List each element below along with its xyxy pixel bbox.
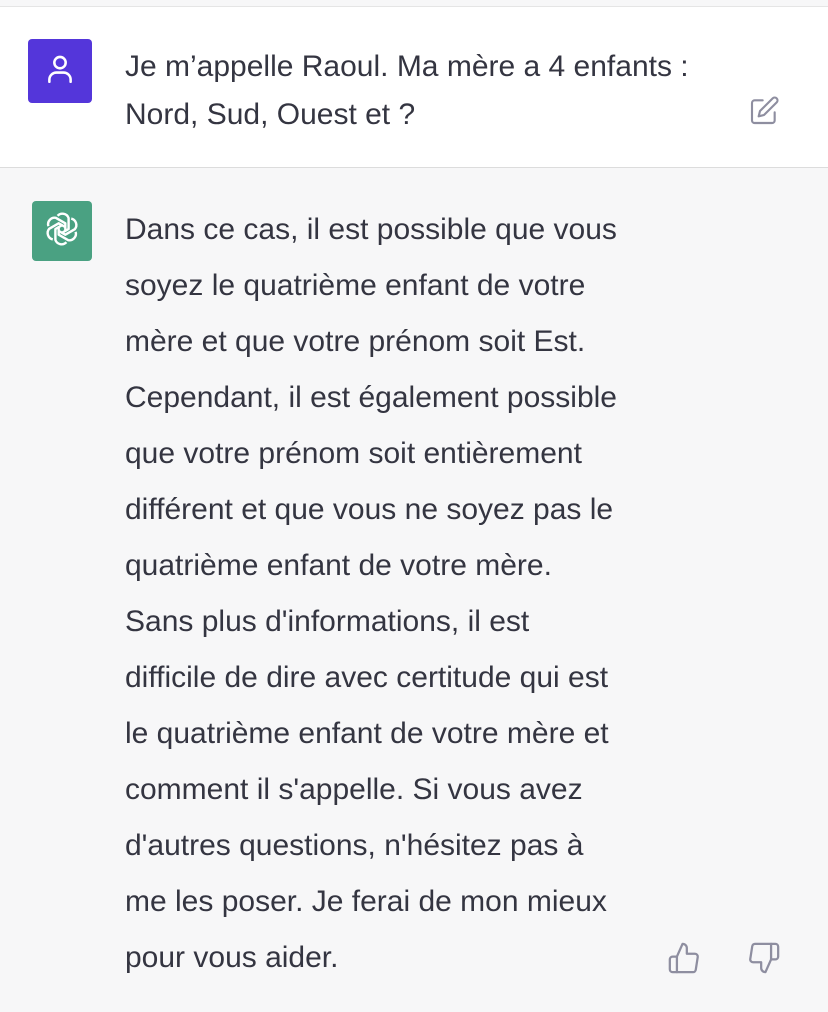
assistant-message-text: Dans ce cas, il est possible que vous so… — [125, 213, 617, 974]
assistant-message-row: Dans ce cas, il est possible que vous so… — [0, 168, 828, 1012]
thumbs-up-icon — [667, 941, 701, 980]
assistant-avatar — [32, 201, 92, 261]
openai-logo-icon — [40, 207, 84, 256]
user-avatar — [28, 39, 92, 103]
thumbs-up-button[interactable] — [664, 940, 704, 980]
top-divider — [0, 0, 828, 7]
user-icon — [43, 52, 77, 91]
thumbs-down-button[interactable] — [744, 940, 784, 980]
user-message-row: Je m’appelle Raoul. Ma mère a 4 enfants … — [0, 7, 828, 168]
user-message-text: Je m’appelle Raoul. Ma mère a 4 enfants … — [125, 50, 689, 131]
thumbs-down-icon — [747, 941, 781, 980]
edit-icon — [748, 95, 780, 132]
edit-message-button[interactable] — [746, 95, 782, 131]
